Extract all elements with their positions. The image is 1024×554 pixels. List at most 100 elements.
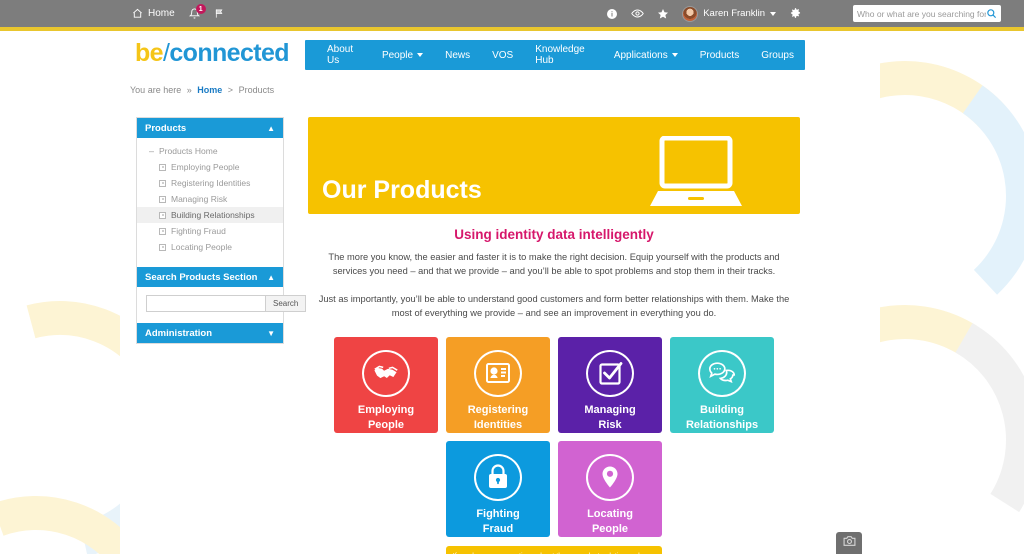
page-icon	[159, 211, 166, 219]
nav-item-applications[interactable]: Applications	[603, 40, 689, 70]
notification-badge: 1	[195, 4, 206, 14]
global-search[interactable]	[853, 5, 1001, 22]
nav-item-groups[interactable]: Groups	[750, 40, 805, 70]
breadcrumb-home-link[interactable]: Home	[197, 85, 222, 95]
topbar-home-link[interactable]: Home	[132, 8, 175, 19]
product-tile-employing-people[interactable]: Employing People	[334, 336, 438, 433]
camera-button[interactable]	[836, 532, 862, 554]
sidebar-item-label: Locating People	[171, 242, 232, 252]
info-icon[interactable]	[606, 8, 618, 20]
intro-paragraph-2: Just as importantly, you’ll be able to u…	[318, 293, 790, 319]
topbar-left-group: Home 1	[132, 4, 225, 19]
nav-label: People	[381, 49, 414, 61]
product-tile-locating-people[interactable]: Locating People	[558, 440, 662, 537]
nav-label: About Us	[327, 44, 354, 66]
eye-icon[interactable]	[631, 7, 644, 20]
sidebar-administration-header[interactable]: Administration ▼	[137, 323, 283, 343]
star-icon[interactable]	[657, 8, 669, 20]
camera-icon	[843, 534, 856, 552]
chevron-down-icon[interactable]: ▼	[267, 329, 275, 338]
chevron-down-icon	[770, 11, 776, 16]
nav-label: VOS	[492, 49, 514, 61]
flag-icon[interactable]	[214, 8, 225, 19]
product-tiles: Employing People Registering Identities …	[308, 336, 800, 537]
home-icon	[132, 8, 143, 19]
chevron-up-icon[interactable]: ▲	[267, 273, 275, 282]
tile-label: Fighting Fraud	[476, 507, 520, 535]
page-icon	[159, 163, 166, 171]
chevron-up-icon[interactable]: ▲	[267, 124, 275, 133]
sidebar-item-products-home[interactable]: – Products Home	[137, 143, 283, 159]
global-topbar: Home 1 Karen Franklin Who or what are yo…	[0, 0, 1024, 27]
product-tile-registering-identities[interactable]: Registering Identities	[446, 336, 550, 433]
nav-item-products[interactable]: Products	[689, 40, 750, 70]
handshake-icon	[362, 349, 410, 397]
breadcrumb-prefix: You are here	[130, 85, 182, 95]
breadcrumb-current: Products	[238, 85, 275, 95]
tile-label: Employing People	[357, 403, 415, 431]
topbar-accent-stripe	[0, 27, 1024, 31]
search-icon[interactable]	[986, 8, 997, 19]
page-icon	[159, 179, 166, 187]
content-card: be/connected About Us People News VOS Kn…	[120, 31, 880, 554]
nav-item-people[interactable]: People	[371, 40, 434, 70]
nav-item-knowledge-hub[interactable]: Knowledge Hub	[524, 40, 603, 70]
search-input[interactable]	[857, 8, 986, 19]
logo-be: be	[135, 39, 164, 67]
products-search-input[interactable]	[146, 295, 265, 312]
product-tile-fighting-fraud[interactable]: Fighting Fraud	[446, 440, 550, 537]
contact-note-text: If you have any questions about these pr…	[453, 551, 656, 554]
sidebar: Products ▲ – Products Home Employing Peo…	[136, 117, 307, 344]
sidebar-item-label: Building Relationships	[171, 210, 255, 220]
product-tile-managing-risk[interactable]: Managing Risk	[558, 336, 662, 433]
sidebar-item-label: Managing Risk	[171, 194, 228, 204]
product-tile-row-1: Employing People Registering Identities …	[334, 336, 774, 433]
site-logo[interactable]: be/connected	[135, 39, 290, 68]
chevron-down-icon	[671, 53, 678, 57]
product-tile-building-relationships[interactable]: Building Relationships	[670, 336, 774, 433]
minus-icon: –	[149, 145, 155, 156]
tile-label: Registering Identities	[467, 403, 529, 431]
nav-item-news[interactable]: News	[434, 40, 481, 70]
panel-title: Administration	[145, 327, 213, 339]
section-subtitle: Using identity data intelligently	[454, 227, 654, 242]
sidebar-item-registering-identities[interactable]: Registering Identities	[137, 175, 283, 191]
panel-title: Products	[145, 122, 187, 134]
sidebar-products-panel-header[interactable]: Products ▲	[137, 118, 283, 138]
topbar-right-group: Karen Franklin	[606, 5, 802, 22]
sidebar-item-fighting-fraud[interactable]: Fighting Fraud	[137, 223, 283, 239]
sidebar-item-managing-risk[interactable]: Managing Risk	[137, 191, 283, 207]
nav-item-about-us[interactable]: About Us	[305, 40, 371, 70]
topbar-home-label: Home	[148, 8, 175, 19]
speech-bubbles-icon	[698, 349, 746, 397]
nav-label: News	[445, 49, 471, 61]
logo-connected: connected	[169, 39, 289, 67]
user-menu[interactable]: Karen Franklin	[682, 5, 776, 22]
map-pin-icon	[586, 453, 634, 501]
breadcrumb-separator: »	[186, 85, 192, 95]
tile-label: Managing Risk	[584, 403, 636, 431]
page-icon	[159, 195, 166, 203]
avatar	[682, 5, 699, 22]
gear-icon[interactable]	[789, 7, 802, 20]
sidebar-item-label: Employing People	[171, 162, 240, 172]
brand-row: be/connected About Us People News VOS Kn…	[120, 31, 880, 80]
sidebar-item-locating-people[interactable]: Locating People	[137, 239, 283, 255]
sidebar-search-panel: Search Products Section ▲ Search	[137, 267, 307, 321]
hero-banner: Our Products	[308, 117, 800, 214]
product-tile-row-2: Fighting Fraud Locating People	[446, 440, 662, 537]
tile-label: Locating People	[587, 507, 633, 535]
products-search-button[interactable]: Search	[265, 295, 307, 312]
sidebar-item-employing-people[interactable]: Employing People	[137, 159, 283, 175]
page-title: Our Products	[322, 176, 482, 204]
contact-note: If you have any questions about these pr…	[446, 545, 662, 554]
sidebar-item-building-relationships[interactable]: Building Relationships	[137, 207, 283, 223]
sidebar-search-panel-header[interactable]: Search Products Section ▲	[137, 267, 283, 287]
notifications-button[interactable]: 1	[188, 4, 206, 19]
nav-label: Knowledge Hub	[535, 44, 585, 66]
main-content: Our Products Using identity data intelli…	[308, 117, 800, 554]
chevron-down-icon	[417, 53, 424, 57]
id-card-icon	[474, 349, 522, 397]
page-root: Home 1 Karen Franklin Who or what are yo…	[0, 0, 1024, 554]
nav-item-vos[interactable]: VOS	[481, 40, 524, 70]
